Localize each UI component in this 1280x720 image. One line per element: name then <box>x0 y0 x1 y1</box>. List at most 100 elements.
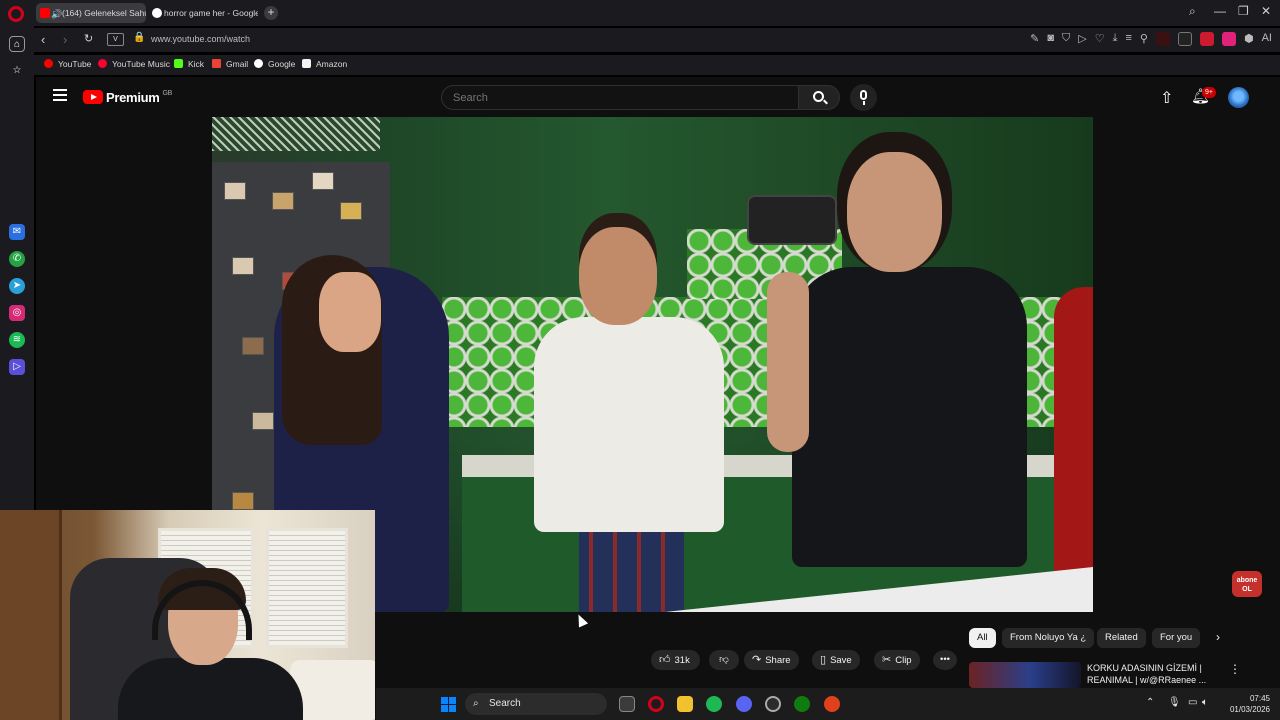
voice-search-button[interactable] <box>850 84 877 111</box>
task-view-icon[interactable] <box>619 696 635 712</box>
account-avatar[interactable] <box>1228 87 1249 108</box>
address-bar-tools: ✎ ◙ ⛉ ▷ ♡ ⤓ ≡ ⚲ ⬢ AI <box>1030 32 1272 46</box>
google-favicon-icon <box>152 8 162 18</box>
youtube-brand[interactable]: Premium GB <box>106 90 172 105</box>
amazon-icon <box>302 59 311 68</box>
speaker-icon[interactable]: 🔊 <box>51 4 62 23</box>
like-button[interactable]: 👍︎ 31k <box>651 650 700 670</box>
tray-chevron-up-icon[interactable]: ⌃ <box>1146 697 1154 708</box>
bookmark-amazon[interactable]: Amazon <box>302 59 347 69</box>
lock-icon[interactable]: 🔒 <box>133 32 145 43</box>
clip-button[interactable]: ✂ Clip <box>874 650 920 670</box>
network-tray-icon[interactable]: ▭ <box>1188 697 1197 708</box>
xbox-taskbar-icon[interactable] <box>794 696 810 712</box>
messenger-icon[interactable]: ✉ <box>9 224 25 240</box>
search-button[interactable] <box>798 85 840 110</box>
taskbar-search[interactable]: ⌕ Search <box>465 693 607 715</box>
play-icon[interactable]: ▷ <box>1078 32 1086 46</box>
tab-google[interactable]: horror game her - Google <box>148 3 258 23</box>
extension-1-icon[interactable] <box>1155 32 1170 46</box>
chip-from-channel[interactable]: From Noluyo Ya ¿ <box>1002 628 1095 648</box>
create-upload-icon[interactable]: ⇧ <box>1160 88 1173 108</box>
bookmark-gmail[interactable]: Gmail <box>212 59 248 69</box>
telegram-icon[interactable]: ➤ <box>9 278 25 294</box>
whatsapp-icon[interactable]: ✆ <box>9 251 25 267</box>
forward-button[interactable]: › <box>63 32 67 47</box>
search-icon: ⌕ <box>473 698 479 709</box>
bookmark-kick[interactable]: Kick <box>174 59 204 69</box>
file-explorer-icon[interactable] <box>677 696 693 712</box>
tab-search-icon[interactable]: ⌕ <box>1189 4 1196 19</box>
download-icon[interactable]: ⤓ <box>1113 32 1118 46</box>
share-button[interactable]: ↷ Share <box>744 650 799 670</box>
back-button[interactable]: ‹ <box>41 32 45 47</box>
shield-icon[interactable]: ⛉ <box>1062 32 1070 46</box>
instagram-icon[interactable]: ◎ <box>9 305 25 321</box>
menu-icon[interactable]: ≡ <box>1126 32 1132 46</box>
chevron-right-icon[interactable]: › <box>1216 630 1220 644</box>
search-input[interactable] <box>441 85 799 110</box>
address-bar: ‹ › ↻ V 🔒 www.youtube.com/watch ✎ ◙ ⛉ ▷ … <box>34 28 1280 52</box>
bookmark-youtube-music[interactable]: YouTube Music <box>98 59 170 69</box>
minimize-button[interactable]: — <box>1214 4 1226 18</box>
discord-taskbar-icon[interactable] <box>736 696 752 712</box>
taskbar-clock[interactable]: 07:45 01/03/2026 <box>1210 693 1270 715</box>
extension-3-icon[interactable] <box>1199 32 1214 46</box>
kick-icon <box>174 59 183 68</box>
spotify-icon[interactable]: ≋ <box>9 332 25 348</box>
chip-for-you[interactable]: For you <box>1152 628 1201 648</box>
home-icon[interactable]: ⌂ <box>9 36 25 52</box>
extensions-icon[interactable]: ⬢ <box>1244 32 1254 46</box>
browser-tab-bar: 🔊 (164) Geleneksel Sahur horror game her… <box>0 0 1280 26</box>
url-field[interactable]: www.youtube.com/watch <box>151 34 250 44</box>
steam-taskbar-icon[interactable] <box>765 696 781 712</box>
tab-title: (164) Geleneksel Sahur <box>62 8 146 18</box>
profile-icon[interactable]: ⚲ <box>1140 32 1148 46</box>
bookmark-google[interactable]: Google <box>254 59 295 69</box>
windows-start-icon[interactable] <box>441 697 456 712</box>
player-icon[interactable]: ▷ <box>9 359 25 375</box>
microphone-tray-icon[interactable]: 🎙︎ <box>1168 697 1181 708</box>
app-taskbar-icon[interactable] <box>824 696 840 712</box>
chip-all[interactable]: All <box>969 628 996 648</box>
opera-taskbar-icon[interactable] <box>648 696 664 712</box>
camera-icon[interactable]: ◙ <box>1047 32 1054 46</box>
extension-4-icon[interactable] <box>1221 32 1236 46</box>
tab-youtube[interactable]: 🔊 (164) Geleneksel Sahur <box>36 3 146 23</box>
save-button[interactable]: ▯ Save <box>812 650 860 670</box>
youtube-logo-icon[interactable] <box>83 90 103 104</box>
video-frame-detail <box>1054 287 1093 612</box>
edit-icon[interactable]: ✎ <box>1030 32 1039 46</box>
aria-ai-button[interactable]: AI <box>1262 32 1272 46</box>
bookmark-youtube[interactable]: YouTube <box>44 59 91 69</box>
chip-related[interactable]: Related <box>1097 628 1146 648</box>
thumbs-down-icon: 👎︎ <box>719 654 729 665</box>
recommendation-more-icon[interactable]: ⋮ <box>1229 662 1241 676</box>
subscribe-watermark[interactable]: abone OL <box>1232 571 1262 597</box>
new-tab-button[interactable]: + <box>264 6 278 20</box>
extension-2-icon[interactable] <box>1177 32 1192 46</box>
thumbs-up-icon: 👍︎ <box>659 654 671 666</box>
gmail-icon <box>212 59 221 68</box>
volume-tray-icon[interactable]: 🔈︎ <box>1202 697 1208 708</box>
opera-menu-icon[interactable] <box>8 6 24 22</box>
close-window-button[interactable]: ✕ <box>1261 4 1271 18</box>
bookmarks-bar: YouTube YouTube Music Kick Gmail Google … <box>34 55 1280 75</box>
youtube-music-icon <box>98 59 107 68</box>
youtube-favicon-icon <box>40 8 50 18</box>
recommendation-title[interactable]: KORKU ADASININ GİZEMİ | REANIMAL | w/@RR… <box>1087 662 1227 686</box>
youtube-header: PremiumGB ⇧ 🔔︎ 9+ <box>36 77 1280 117</box>
tab-title: horror game her - Google <box>164 8 258 18</box>
vpn-badge[interactable]: V <box>107 33 124 46</box>
reload-button[interactable]: ↻ <box>84 32 93 45</box>
recommendation-thumbnail[interactable] <box>969 662 1081 688</box>
google-icon <box>254 59 263 68</box>
maximize-button[interactable]: ❐ <box>1238 4 1249 18</box>
more-actions-button[interactable]: ••• <box>933 650 957 670</box>
video-actions-area: 👍︎ 31k 👎︎ ↷ Share ▯ Save ✂ Clip ••• All From… <box>376 612 1280 688</box>
pinboard-icon[interactable]: ☆ <box>9 63 25 79</box>
guide-menu-icon[interactable] <box>53 89 67 101</box>
spotify-taskbar-icon[interactable] <box>706 696 722 712</box>
dislike-button[interactable]: 👎︎ <box>709 650 739 670</box>
heart-icon[interactable]: ♡ <box>1095 32 1105 46</box>
